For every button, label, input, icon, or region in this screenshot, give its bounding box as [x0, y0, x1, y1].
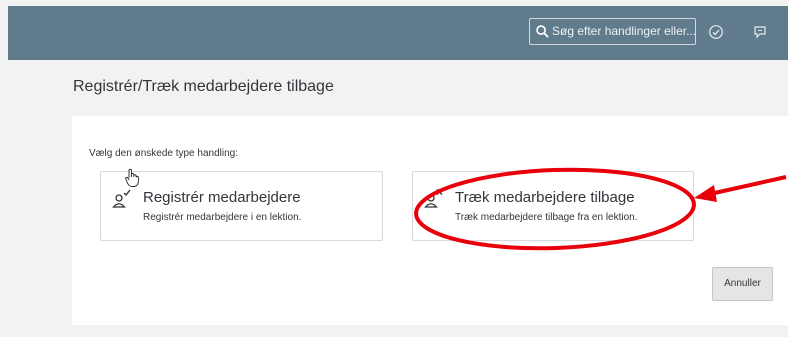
annotation-overlay: [414, 167, 787, 251]
arrow-shaft: [709, 175, 787, 196]
highlight-ellipse: [414, 167, 696, 251]
arrow-head: [694, 185, 717, 202]
